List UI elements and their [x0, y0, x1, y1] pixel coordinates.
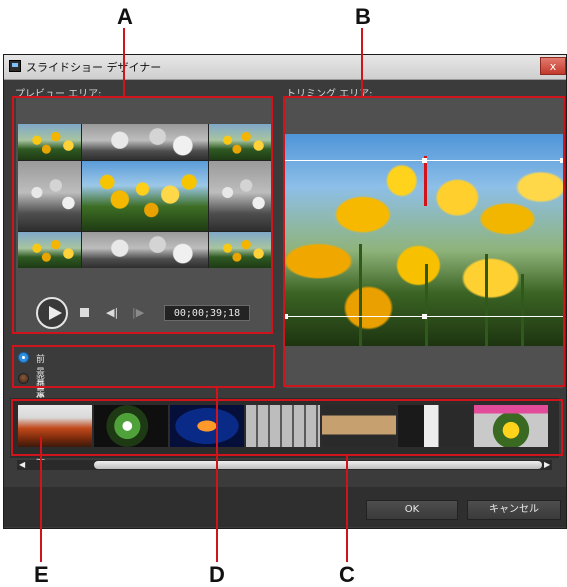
- callout-d: D: [209, 562, 225, 587]
- scroll-right-icon[interactable]: ▶: [544, 461, 550, 469]
- app-icon: [9, 60, 21, 72]
- callout-line-b: [361, 28, 363, 96]
- callout-a: A: [117, 4, 133, 29]
- dialog-footer: OK キャンセル: [4, 487, 566, 527]
- callout-line-d: [216, 388, 218, 562]
- callout-b: B: [355, 4, 371, 29]
- callout-c: C: [339, 562, 355, 587]
- highlight-box-d: [12, 345, 275, 388]
- highlight-box-a: [12, 96, 273, 334]
- title-bar[interactable]: スライドショー デザイナー x: [4, 55, 566, 80]
- callout-line-a: [123, 28, 125, 96]
- scrollbar-thumb[interactable]: [94, 461, 542, 469]
- filmstrip-scrollbar[interactable]: ◀ ▶: [17, 460, 552, 470]
- close-button[interactable]: x: [540, 57, 566, 75]
- callout-line-e: [40, 437, 42, 562]
- callout-e: E: [34, 562, 49, 587]
- ok-button[interactable]: OK: [366, 500, 458, 520]
- cancel-button[interactable]: キャンセル: [467, 500, 561, 520]
- scroll-left-icon[interactable]: ◀: [19, 461, 25, 469]
- highlight-box-b: [283, 96, 565, 387]
- window-title: スライドショー デザイナー: [26, 61, 162, 74]
- callout-line-c: [346, 456, 348, 562]
- highlight-box-c: [11, 399, 563, 456]
